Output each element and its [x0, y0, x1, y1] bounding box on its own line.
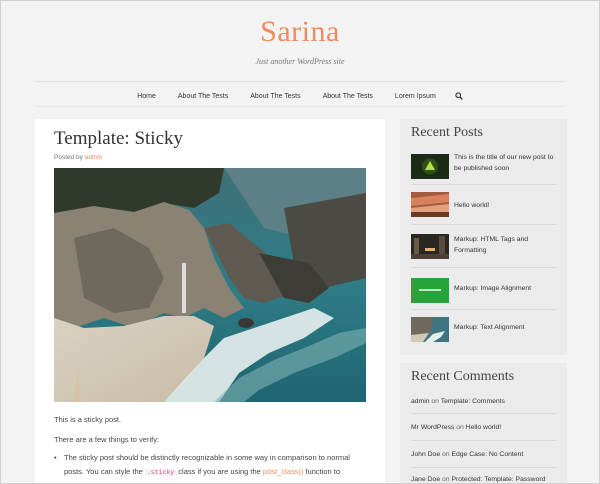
recent-post-link[interactable]: Markup: HTML Tags and Formatting: [454, 234, 559, 256]
featured-image[interactable]: [54, 168, 366, 402]
comment-post-link[interactable]: Protected: Template: Password: [451, 476, 545, 483]
comment-on-label: on: [456, 424, 464, 431]
recent-post-item[interactable]: This is the title of our new post to be …: [411, 152, 557, 182]
recent-comment-item: admin on Template: Comments: [411, 398, 561, 405]
divider: [411, 267, 557, 268]
comment-on-label: on: [442, 451, 450, 458]
recent-comment-item: Mr WordPress on Hello world!: [411, 424, 561, 431]
recent-post-link[interactable]: Markup: Image Alignment: [454, 283, 559, 294]
comment-author: Mr WordPress: [411, 424, 455, 431]
nav-divider-top: [35, 81, 565, 82]
post-class-link[interactable]: post_class(): [263, 467, 303, 476]
recent-comments-widget: Recent Comments admin on Template: Comme…: [400, 363, 567, 483]
recent-post-thumbnail[interactable]: [411, 317, 449, 342]
sticky-code: .sticky: [144, 469, 177, 476]
recent-post-link[interactable]: This is the title of our new post to be …: [454, 152, 559, 174]
nav-divider-bottom: [35, 106, 565, 107]
recent-comment-item: John Doe on Edge Case: No Content: [411, 451, 561, 458]
recent-comments-title: Recent Comments: [411, 369, 515, 384]
site-tagline: Just another WordPress site: [255, 57, 345, 66]
nav-item-home[interactable]: Home: [137, 93, 156, 100]
nav-item-about-1[interactable]: About The Tests: [178, 93, 228, 100]
comment-post-link[interactable]: Edge Case: No Content: [451, 451, 523, 458]
divider: [411, 440, 557, 441]
divider: [411, 224, 557, 225]
search-icon[interactable]: [455, 92, 463, 100]
post-paragraph-1: This is a sticky post.: [54, 415, 122, 424]
post-author-link[interactable]: admin: [85, 154, 103, 161]
main-nav: Home About The Tests About The Tests Abo…: [1, 89, 599, 103]
nav-item-lorem-ipsum[interactable]: Lorem Ipsum: [395, 93, 436, 100]
nav-item-about-2[interactable]: About The Tests: [250, 93, 300, 100]
recent-post-link[interactable]: Hello world!: [454, 200, 559, 211]
recent-comment-item: Jane Doe on Protected: Template: Passwor…: [411, 476, 561, 483]
divider: [411, 467, 557, 468]
recent-post-thumbnail[interactable]: [411, 154, 449, 179]
comment-post-link[interactable]: Hello world!: [466, 424, 502, 431]
recent-posts-title: Recent Posts: [411, 125, 483, 140]
nav-item-about-3[interactable]: About The Tests: [323, 93, 373, 100]
page: Sarina Just another WordPress site Home …: [0, 0, 600, 484]
site-title[interactable]: Sarina: [1, 15, 599, 49]
post-title[interactable]: Template: Sticky: [54, 128, 183, 150]
comment-on-label: on: [442, 476, 450, 483]
recent-posts-widget: Recent Posts This is the title of our ne…: [400, 119, 567, 355]
recent-post-item[interactable]: Markup: HTML Tags and Formatting: [411, 232, 557, 262]
recent-post-item[interactable]: Hello world!: [411, 190, 557, 220]
comment-author: Jane Doe: [411, 476, 441, 483]
list-text-part-2: class if you are using the: [176, 467, 263, 476]
comment-author: John Doe: [411, 451, 441, 458]
recent-post-link[interactable]: Markup: Text Alignment: [454, 322, 559, 333]
recent-post-item[interactable]: Markup: Text Alignment: [411, 315, 557, 345]
comment-author: admin: [411, 398, 430, 405]
bullet: •: [54, 453, 57, 462]
recent-post-thumbnail[interactable]: [411, 192, 449, 217]
recent-post-item[interactable]: Markup: Image Alignment: [411, 276, 557, 306]
recent-post-thumbnail[interactable]: [411, 278, 449, 303]
comment-post-link[interactable]: Template: Comments: [441, 398, 505, 405]
sticky-post-card: Template: Sticky Posted by admin This is…: [35, 119, 385, 483]
list-item-text: The sticky post should be distinctly rec…: [64, 451, 356, 483]
post-paragraph-2: There are a few things to verify:: [54, 435, 160, 444]
divider: [411, 184, 557, 185]
post-byline: Posted by admin: [54, 154, 102, 161]
comment-on-label: on: [431, 398, 439, 405]
posted-by-label: Posted by: [54, 154, 83, 161]
divider: [411, 309, 557, 310]
recent-post-thumbnail[interactable]: [411, 234, 449, 259]
divider: [411, 413, 557, 414]
